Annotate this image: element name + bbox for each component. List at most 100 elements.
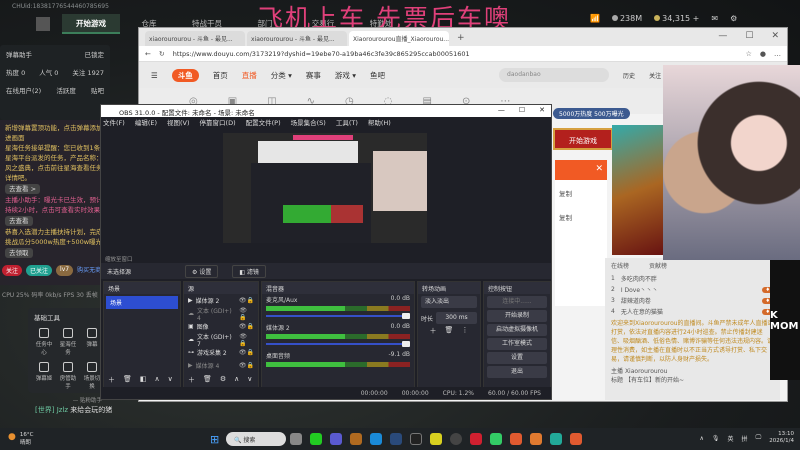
duration-input[interactable]: 300 ms [436, 312, 477, 324]
virtual-camera-button[interactable]: 启动虚拟摄像机 [487, 324, 547, 336]
lock-status[interactable]: 已锁定 [85, 49, 105, 59]
gear-icon[interactable]: ⚙ [730, 14, 737, 23]
browser-tab[interactable]: xiaorourourou - 斗鱼 - 最见... [247, 31, 347, 46]
tool-room-manager[interactable]: 房管助手 [58, 362, 78, 390]
tab-online-users[interactable]: 在线用户(2) [6, 85, 41, 95]
game-ad-image[interactable] [612, 125, 667, 255]
browser-tab-active[interactable]: Xiaorourourou直播_Xiaorourou... [349, 31, 449, 46]
menu-profile[interactable]: 配置文件(P) [246, 117, 281, 129]
visibility-icon[interactable]: 👁🔒 [239, 349, 254, 356]
weather-widget[interactable]: ● 16°C 晴朗 [8, 432, 33, 446]
menu-file[interactable]: 文件(F) [103, 117, 125, 129]
menu-tools[interactable]: 工具(T) [336, 117, 358, 129]
claim-button[interactable]: 去领取 [5, 248, 33, 258]
down-icon[interactable]: ∨ [168, 375, 173, 385]
view-button[interactable]: 去查看 > [5, 184, 41, 194]
delete-icon[interactable]: 🗑 [123, 375, 132, 385]
up-icon[interactable]: ∧ [155, 375, 160, 385]
favorite-icon[interactable]: ☆ [746, 50, 752, 58]
rank-name[interactable]: I Dove丶丶丶 [621, 285, 658, 294]
visibility-icon[interactable]: 👁🔒 [239, 362, 254, 369]
source-item[interactable]: ☁ 文本 (GDI+) 4 👁🔒 [184, 307, 258, 322]
add-icon[interactable]: ＋ [188, 375, 195, 385]
copy-item[interactable]: 复制 [559, 188, 603, 198]
tab-tieba[interactable]: 贴吧 [91, 85, 104, 95]
view-button[interactable]: 去查看 [5, 216, 33, 226]
start-icon[interactable]: ⊞ [210, 433, 219, 446]
volume-slider[interactable] [266, 313, 410, 319]
add-icon[interactable]: ＋ [108, 375, 115, 385]
teams-icon[interactable] [330, 433, 342, 445]
nav-category[interactable]: 分类 ▾ [271, 70, 292, 81]
browser-tab[interactable]: xiaorourourou - 斗鱼 - 最见... [145, 31, 245, 46]
taskview-icon[interactable] [290, 433, 302, 445]
ime-lang[interactable]: 英 [727, 434, 733, 443]
copy-item[interactable]: 复制 [559, 212, 603, 222]
scale-select[interactable]: 缩放至窗口 [105, 255, 133, 263]
nav-home[interactable]: 首页 [213, 70, 228, 81]
volume-slider[interactable] [266, 341, 410, 347]
nav-live[interactable]: 直播 [242, 70, 257, 81]
rank-name[interactable]: 多吃肉肉不胖 [621, 274, 657, 283]
taskbar-search[interactable]: 🔍 搜索 [226, 432, 286, 446]
visibility-icon[interactable]: 👁🔒 [239, 323, 254, 330]
game-tab-start[interactable]: 开始游戏 [62, 14, 120, 34]
nav-events[interactable]: 赛事 [306, 70, 321, 81]
network-icon[interactable]: 🖵 [756, 434, 762, 442]
refresh-icon[interactable]: ↻ [159, 50, 165, 58]
tool-danmu[interactable]: 弹幕 [82, 328, 102, 356]
nav-games[interactable]: 游戏 ▾ [335, 70, 356, 81]
tool-danmu-ji[interactable]: 弹幕姬 [34, 362, 54, 390]
clock[interactable]: 13:10 2026/1/4 [769, 431, 794, 445]
new-tab-button[interactable]: + [451, 33, 471, 46]
promo-banner[interactable]: 5000万热度 500万曝光 [553, 108, 630, 119]
transition-select[interactable]: 淡入淡出 [421, 296, 477, 308]
hamburger-icon[interactable]: ☰ [151, 71, 158, 80]
source-item[interactable]: ▶ 媒体源 4 👁🔒 [184, 359, 258, 372]
app-icon[interactable] [430, 433, 442, 445]
steam-icon[interactable] [390, 433, 402, 445]
url-input[interactable]: https://www.douyu.com/3173219?dyshid=19e… [173, 50, 738, 58]
douyu-logo[interactable]: 斗鱼 [171, 68, 199, 82]
filters-button[interactable]: ◧ 滤镜 [232, 264, 266, 278]
rank-name[interactable]: 无人在意的猫猫 [621, 307, 663, 316]
chevron-up-icon[interactable]: ∧ [699, 435, 703, 442]
tool-star-task[interactable]: 星海任务 [58, 328, 78, 356]
menu-icon[interactable] [36, 17, 50, 31]
menu-docks[interactable]: 停靠窗口(D) [200, 117, 236, 129]
app-icon[interactable] [410, 433, 422, 445]
netease-icon[interactable] [470, 433, 482, 445]
obs-icon[interactable] [450, 433, 462, 445]
back-icon[interactable]: ← [145, 50, 151, 58]
app-icon[interactable] [350, 433, 362, 445]
menu-view[interactable]: 视图(V) [167, 117, 190, 129]
obs-preview[interactable] [223, 133, 427, 243]
nav-yuba[interactable]: 鱼吧 [370, 70, 385, 81]
up-icon[interactable]: ∧ [234, 375, 239, 385]
properties-button[interactable]: ⚙ 设置 [185, 264, 219, 278]
source-item[interactable]: ☁ 文本 (GDI+) 7 👁🔒 [184, 333, 258, 348]
douyu-icon[interactable] [510, 433, 522, 445]
app-icon[interactable] [530, 433, 542, 445]
menu-edit[interactable]: 编辑(E) [135, 117, 157, 129]
gear-icon[interactable]: ⚙ [220, 375, 226, 385]
menu-scene-collection[interactable]: 场景集合(S) [291, 117, 326, 129]
filter-icon[interactable]: ◧ [140, 375, 147, 385]
mail-icon[interactable]: ✉ [711, 14, 718, 23]
tools-footer[interactable]: — 贴粉助手 [34, 396, 102, 404]
ime-mode[interactable]: 拼 [741, 434, 747, 443]
more-icon[interactable]: … [774, 50, 781, 58]
rank-name[interactable]: 甜辣道肉卷 [621, 296, 651, 305]
follow-button[interactable]: 关注 [649, 71, 661, 80]
maximize-button[interactable]: ☐ [519, 106, 525, 114]
tab-contrib-rank[interactable]: 贡献榜 [649, 261, 667, 273]
settings-button[interactable]: 设置 [487, 352, 547, 364]
delete-icon[interactable]: 🗑 [203, 375, 212, 385]
history-button[interactable]: 历史 [623, 71, 635, 80]
add-icon[interactable]: ＋ [430, 326, 437, 336]
app-icon[interactable] [490, 433, 502, 445]
delete-icon[interactable]: 🗑 [445, 326, 454, 336]
more-icon[interactable]: ⋮ [461, 326, 468, 336]
close-button[interactable]: ✕ [539, 106, 545, 114]
tool-scene-switch[interactable]: 场景切换 [82, 362, 102, 390]
